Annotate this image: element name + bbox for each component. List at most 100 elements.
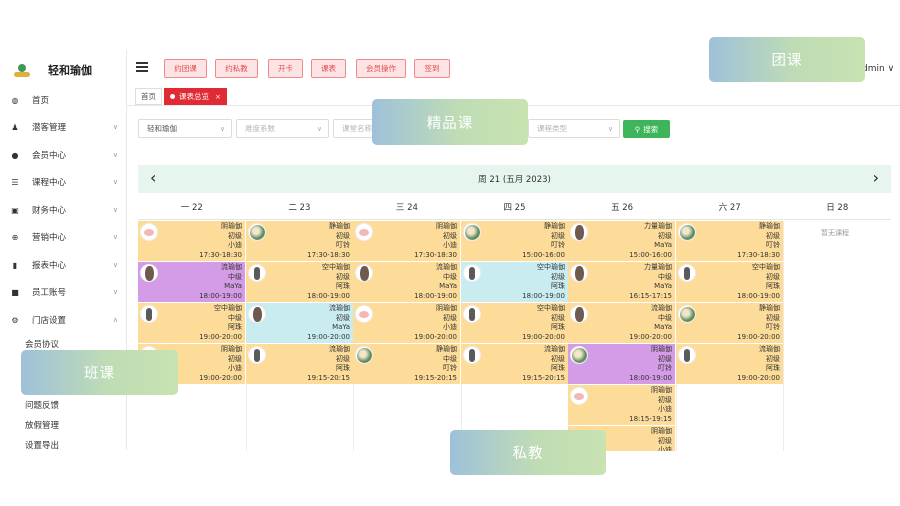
class-card[interactable]: 流瑜伽 中级 MaYa 18:00-19:00 <box>353 262 460 302</box>
class-card[interactable]: 空中瑜伽 初级 阿珠 18:00-19:00 <box>246 262 353 302</box>
class-card[interactable]: 阴瑜伽 初级 小迪 18:15-19:15 <box>568 385 675 425</box>
teacher-avatar <box>570 387 588 405</box>
class-card[interactable]: 流瑜伽 初级 阿珠 19:00-20:00 <box>676 344 783 384</box>
weekday-header: 六 27 <box>718 202 741 213</box>
tab-schedule-overview[interactable]: 课表总览 × <box>164 88 227 105</box>
class-teacher: 小迪 <box>443 241 457 250</box>
tab-label: 首页 <box>141 92 156 101</box>
class-card[interactable]: 静瑜伽 初级 叮铃 17:30-18:30 <box>246 221 353 261</box>
class-card[interactable]: 阴瑜伽 初级 小迪 17:30-18:30 <box>138 221 245 261</box>
active-dot-icon <box>170 94 175 99</box>
class-teacher: 阿珠 <box>336 282 350 291</box>
member-actions-button[interactable]: 会员操作 <box>356 59 406 78</box>
class-time: 19:00-20:00 <box>522 332 565 341</box>
teacher-avatar <box>248 223 266 241</box>
schedule-button[interactable]: 课表 <box>311 59 346 78</box>
class-time: 18:15-19:15 <box>629 414 672 423</box>
store-select[interactable]: 轻和瑜伽 ∨ <box>138 119 232 138</box>
yoga-logo-icon <box>14 62 32 78</box>
class-teacher: 小迪 <box>658 405 672 414</box>
class-card[interactable]: 空中瑜伽 中级 阿珠 19:00-20:00 <box>138 303 245 343</box>
class-card[interactable]: 力量瑜伽 中级 MaYa 16:15-17:15 <box>568 262 675 302</box>
chevron-down-icon: ∨ <box>112 261 118 269</box>
user-menu[interactable]: dmin ∨ <box>862 64 894 74</box>
weekday-header: 二 23 <box>288 202 311 213</box>
weekday-header: 一 22 <box>180 202 203 213</box>
sidebar-item-store-settings[interactable]: ⚙ 门店设置 ∧ <box>10 312 118 328</box>
next-week-icon[interactable]: › <box>873 169 879 187</box>
class-time: 15:00-16:00 <box>629 250 672 259</box>
class-card[interactable]: 力量瑜伽 初级 MaYa 15:00-16:00 <box>568 221 675 261</box>
classroom-input[interactable]: 课堂名称 <box>333 119 373 138</box>
class-time: 19:00-20:00 <box>737 373 780 382</box>
sidebar-item-home[interactable]: ◍ 首页 <box>10 92 118 108</box>
class-time: 17:30-18:30 <box>199 250 242 259</box>
teacher-avatar <box>570 305 588 323</box>
teacher-avatar <box>355 223 373 241</box>
user-plus-icon: ♟ <box>11 122 19 132</box>
class-time: 18:00-19:00 <box>737 291 780 300</box>
class-card[interactable]: 静瑜伽 中级 叮铃 19:15-20:15 <box>353 344 460 384</box>
class-teacher: 叮铃 <box>658 364 672 373</box>
chevron-down-icon: ∨ <box>112 288 118 296</box>
sidebar-item-marketing[interactable]: ⊕ 营销中心 ∨ <box>10 229 118 245</box>
class-card[interactable]: 阴瑜伽 初级 小迪 17:30-18:30 <box>353 221 460 261</box>
class-teacher: MaYa <box>332 323 350 332</box>
menu-toggle-icon[interactable] <box>136 62 148 72</box>
class-card[interactable]: 流瑜伽 中级 MaYa 19:00-20:00 <box>568 303 675 343</box>
class-card[interactable]: 流瑜伽 初级 阿珠 19:15-20:15 <box>461 344 568 384</box>
sidebar-subitem-member-agreement[interactable]: 会员协议 <box>25 338 59 350</box>
sidebar-subitem-export[interactable]: 设置导出 <box>25 439 59 450</box>
class-time: 19:15-20:15 <box>522 373 565 382</box>
class-card[interactable]: 阴瑜伽 初级 叮铃 18:00-19:00 <box>568 344 675 384</box>
sidebar-item-members[interactable]: ● 会员中心 ∨ <box>10 147 119 163</box>
sidebar-item-label: 首页 <box>32 96 50 106</box>
sidebar-subitem-feedback[interactable]: 问题反馈 <box>25 399 59 411</box>
brand[interactable]: 轻和瑜伽 <box>14 60 92 80</box>
book-private-class-button[interactable]: 约私教 <box>215 59 258 78</box>
class-card[interactable]: 静瑜伽 初级 叮铃 15:00-16:00 <box>461 221 568 261</box>
sidebar-item-courses[interactable]: ☰ 课程中心 ∨ <box>10 174 118 190</box>
class-card[interactable]: 流瑜伽 中级 MaYa 18:00-19:00 <box>138 262 245 302</box>
class-time: 19:15-20:15 <box>414 373 457 382</box>
sidebar-item-reports[interactable]: ▮ 报表中心 ∨ <box>10 257 118 273</box>
open-card-button[interactable]: 开卡 <box>268 59 303 78</box>
class-card[interactable]: 流瑜伽 初级 阿珠 19:15-20:15 <box>246 344 353 384</box>
teacher-avatar <box>678 305 696 323</box>
class-time: 18:00-19:00 <box>199 291 242 300</box>
sidebar-item-finance[interactable]: ▣ 财务中心 ∨ <box>10 202 118 218</box>
class-teacher: MaYa <box>439 282 457 291</box>
class-card[interactable]: 空中瑜伽 初级 阿珠 19:00-20:00 <box>461 303 568 343</box>
class-card[interactable]: 阴瑜伽 初级 小迪 19:00-20:00 <box>353 303 460 343</box>
chevron-down-icon: ∨ <box>112 178 118 186</box>
close-icon[interactable]: × <box>215 93 221 101</box>
sidebar-subitem-holiday[interactable]: 放假管理 <box>25 419 59 431</box>
teacher-avatar <box>678 264 696 282</box>
sidebar-item-label: 营销中心 <box>32 233 67 243</box>
username: dmin <box>862 64 885 74</box>
sidebar-item-label: 报表中心 <box>32 261 67 271</box>
book-group-class-button[interactable]: 约团课 <box>164 59 207 78</box>
class-card[interactable]: 静瑜伽 初级 叮铃 19:00-20:00 <box>676 303 783 343</box>
chevron-down-icon: ∨ <box>112 206 118 214</box>
class-card[interactable]: 空中瑜伽 初级 阿珠 18:00-19:00 <box>461 262 568 302</box>
class-card[interactable]: 空中瑜伽 初级 阿珠 18:00-19:00 <box>676 262 783 302</box>
teacher-avatar <box>248 305 266 323</box>
sidebar-item-label: 潜客管理 <box>32 123 67 133</box>
difficulty-select[interactable]: 难度系数 ∨ <box>236 119 329 138</box>
chevron-down-icon: ∨ <box>112 123 118 131</box>
class-card[interactable]: 静瑜伽 初级 叮铃 17:30-18:30 <box>676 221 783 261</box>
class-time: 19:00-20:00 <box>199 332 242 341</box>
search-button[interactable]: ⚲ 搜索 <box>623 120 670 138</box>
class-teacher: MaYa <box>224 282 242 291</box>
tab-home[interactable]: 首页 <box>135 88 162 105</box>
class-teacher: 阿珠 <box>766 364 780 373</box>
sidebar-item-staff[interactable]: ■ 员工账号 ∨ <box>10 284 118 300</box>
sidebar-item-prospects[interactable]: ♟ 潜客管理 ∨ <box>10 119 118 135</box>
teacher-avatar <box>570 223 588 241</box>
class-card[interactable]: 流瑜伽 初级 MaYa 19:00-20:00 <box>246 303 353 343</box>
course-type-select[interactable]: 课程类型 ∨ <box>528 119 620 138</box>
check-in-button[interactable]: 签到 <box>414 59 450 78</box>
teacher-avatar <box>140 223 158 241</box>
classroom-placeholder: 课堂名称 <box>342 124 372 133</box>
